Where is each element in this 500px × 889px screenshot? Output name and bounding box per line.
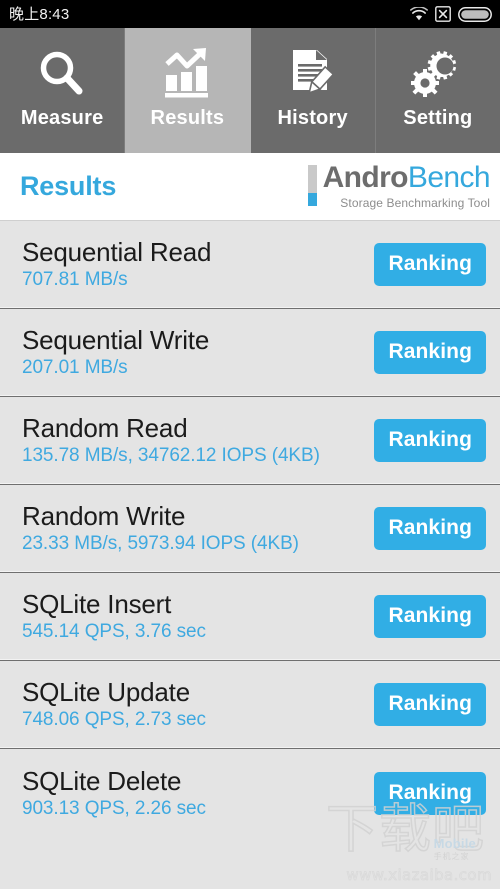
watermark-brand-label: Mobile: [433, 836, 476, 851]
wifi-icon: [410, 7, 428, 21]
ranking-button[interactable]: Ranking: [374, 595, 486, 638]
ranking-button[interactable]: Ranking: [374, 243, 486, 286]
result-value: 207.01 MB/s: [22, 357, 128, 379]
logo-subtitle: Storage Benchmarking Tool: [340, 196, 490, 210]
table-row[interactable]: SQLite Delete 903.13 QPS, 2.26 sec Ranki…: [0, 749, 500, 837]
watermark-brand: Mobile 手机之家: [434, 836, 476, 862]
bar-chart-trend-icon: [159, 45, 215, 103]
result-value: 135.78 MB/s, 34762.12 IOPS (4KB): [22, 445, 320, 467]
androbench-logo: AndroBench Storage Benchmarking Tool: [307, 161, 491, 210]
tab-results-label: Results: [150, 107, 225, 129]
ranking-button[interactable]: Ranking: [374, 419, 486, 462]
result-title: SQLite Update: [22, 677, 190, 708]
status-bar-icons: [410, 6, 492, 22]
table-row[interactable]: SQLite Update 748.06 QPS, 2.73 sec Ranki…: [0, 661, 500, 749]
no-signal-icon: [435, 6, 451, 22]
logo-name-bench: Bench: [407, 161, 491, 194]
table-row[interactable]: Random Read 135.78 MB/s, 34762.12 IOPS (…: [0, 397, 500, 485]
logo-name-andro: Andro: [322, 161, 409, 194]
tab-setting[interactable]: Setting: [375, 28, 500, 153]
tab-measure[interactable]: Measure: [0, 28, 126, 153]
table-row[interactable]: Sequential Read 707.81 MB/s Ranking: [0, 221, 500, 309]
status-bar: 晚上8:43: [0, 0, 500, 28]
ranking-button[interactable]: Ranking: [374, 507, 486, 550]
table-row[interactable]: Sequential Write 207.01 MB/s Ranking: [0, 309, 500, 397]
tab-setting-label: Setting: [403, 107, 473, 129]
gears-icon: [410, 45, 466, 103]
result-title: Random Read: [22, 413, 188, 444]
watermark-url: www.xiazaiba.com: [346, 866, 492, 885]
tab-measure-label: Measure: [20, 107, 104, 129]
results-list: Sequential Read 707.81 MB/s Ranking Sequ…: [0, 221, 500, 888]
result-value: 545.14 QPS, 3.76 sec: [22, 621, 206, 643]
result-title: SQLite Insert: [22, 589, 172, 620]
page-header: Results AndroBench Storage Benchmarking …: [0, 153, 500, 221]
watermark-brand-sub: 手机之家: [433, 852, 470, 861]
page-title: Results: [20, 171, 117, 201]
table-row[interactable]: Random Write 23.33 MB/s, 5973.94 IOPS (4…: [0, 485, 500, 573]
table-row[interactable]: SQLite Insert 545.14 QPS, 3.76 sec Ranki…: [0, 573, 500, 661]
logo-bar-icon: [307, 165, 317, 206]
ranking-button[interactable]: Ranking: [374, 771, 486, 815]
tab-results[interactable]: Results: [125, 28, 251, 153]
tab-bar: Measure Results History Setting: [0, 28, 500, 153]
result-title: Sequential Read: [22, 237, 212, 268]
result-value: 23.33 MB/s, 5973.94 IOPS (4KB): [22, 533, 299, 555]
ranking-button[interactable]: Ranking: [374, 683, 486, 726]
tab-history-label: History: [277, 107, 348, 129]
tab-history[interactable]: History: [250, 28, 376, 153]
status-bar-clock: 晚上8:43: [9, 5, 70, 23]
result-value: 748.06 QPS, 2.73 sec: [22, 709, 206, 731]
battery-icon: [458, 6, 492, 22]
result-value: 707.81 MB/s: [22, 269, 128, 291]
result-title: SQLite Delete: [22, 765, 182, 796]
document-pencil-icon: [285, 45, 341, 103]
result-title: Sequential Write: [22, 325, 210, 356]
result-title: Random Write: [22, 501, 186, 532]
result-value: 903.13 QPS, 2.26 sec: [22, 797, 206, 819]
ranking-button[interactable]: Ranking: [374, 331, 486, 374]
magnifier-icon: [34, 45, 90, 103]
